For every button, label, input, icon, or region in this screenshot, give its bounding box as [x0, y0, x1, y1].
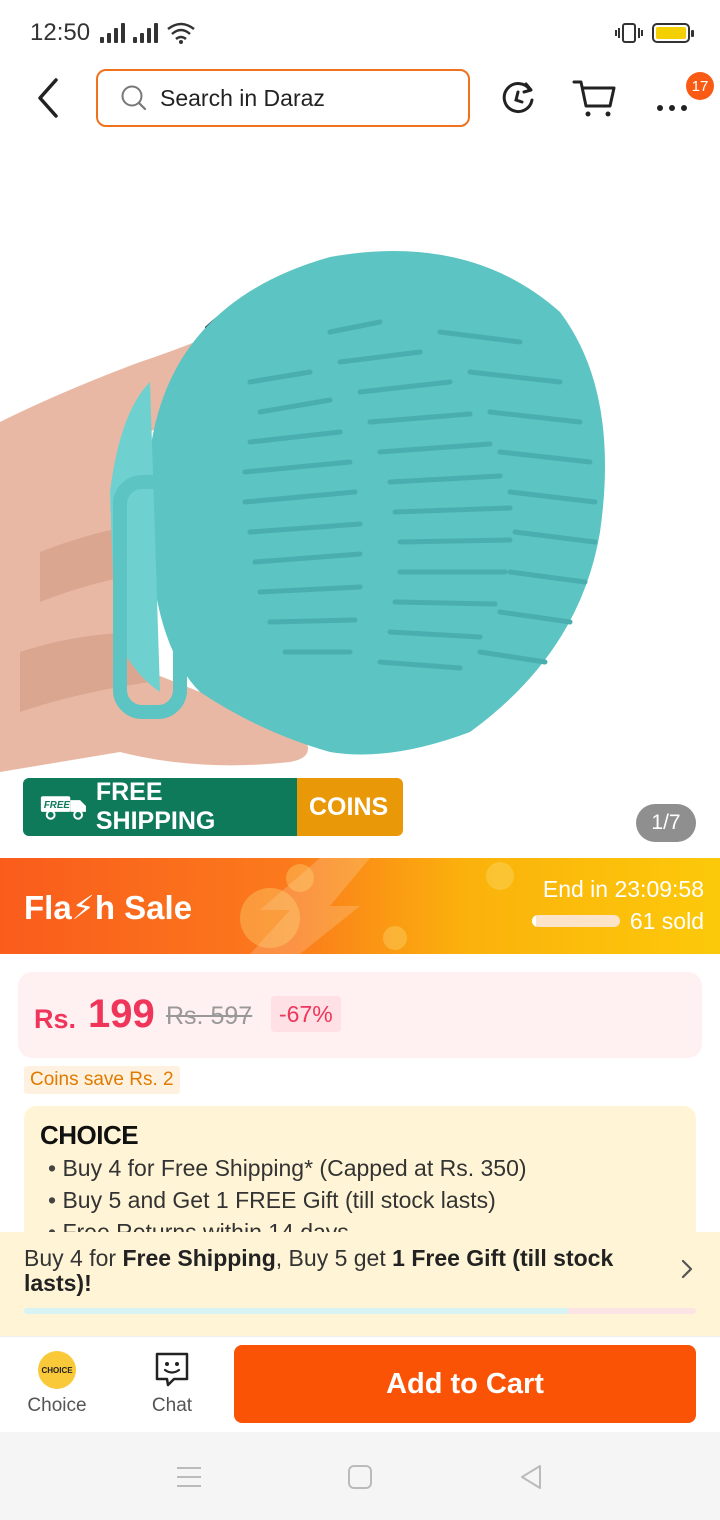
choice-button-label: Choice — [27, 1395, 87, 1416]
promo-text: Buy 4 for Free Shipping, Buy 5 get 1 Fre… — [24, 1245, 614, 1296]
choice-benefit: Free Returns within 14 days — [48, 1216, 527, 1232]
chat-button[interactable]: Chat — [127, 1351, 217, 1417]
choice-button[interactable]: CHOICE Choice — [12, 1351, 102, 1417]
free-shipping-label: FREE SHIPPING — [95, 778, 216, 835]
back-nav-icon[interactable] — [516, 1462, 546, 1492]
history-icon[interactable] — [496, 76, 540, 120]
choice-benefit: Buy 5 and Get 1 FREE Gift (till stock la… — [48, 1184, 527, 1216]
system-nav-bar — [0, 1432, 720, 1520]
menu-nav-icon[interactable] — [174, 1462, 204, 1492]
truck-icon: FREE — [40, 796, 86, 820]
back-icon[interactable] — [30, 76, 70, 120]
flash-sale-countdown: End in 23:09:58 — [542, 876, 704, 902]
battery-icon — [652, 23, 694, 43]
coins-save-tag: Coins save Rs. 2 — [24, 1066, 180, 1094]
search-input[interactable]: Search in Daraz — [96, 69, 470, 127]
vibrate-icon — [615, 23, 643, 43]
home-nav-icon[interactable] — [345, 1462, 375, 1492]
price-card: Rs. 199 Rs. 597 -67% — [18, 972, 702, 1058]
flash-sale-banner[interactable]: Fla⚡h Sale End in 23:09:58 61 sold — [0, 858, 720, 954]
price-currency: Rs. — [34, 1004, 77, 1034]
choice-logo: CHOICE — [40, 1120, 139, 1150]
image-counter: 1/7 — [636, 804, 696, 842]
search-icon — [121, 85, 147, 111]
status-time: 12:50 — [30, 19, 91, 46]
cart-icon[interactable] — [572, 76, 616, 120]
product-image[interactable] — [0, 132, 720, 858]
chat-icon — [155, 1352, 189, 1387]
wifi-icon — [167, 22, 195, 44]
svg-text:FREE: FREE — [44, 800, 71, 811]
choice-badge-icon: CHOICE — [38, 1351, 76, 1389]
free-shipping-label-box: FREE FREE SHIPPING — [23, 778, 297, 836]
cell-signal-icon — [100, 23, 126, 43]
flash-sale-title: Fla⚡h Sale — [24, 889, 193, 926]
product-photo — [0, 251, 606, 772]
chevron-right-icon[interactable] — [680, 1258, 694, 1280]
coins-label: COINS — [297, 778, 403, 836]
search-placeholder: Search in Daraz — [160, 84, 325, 111]
bottom-action-bar: CHOICE Choice Chat Add to Cart — [0, 1336, 720, 1432]
status-bar: 12:50 — [0, 0, 720, 66]
add-to-cart-button[interactable]: Add to Cart — [234, 1345, 696, 1423]
chat-button-label: Chat — [151, 1395, 193, 1416]
choice-benefits: Buy 4 for Free Shipping* (Capped at Rs. … — [48, 1152, 527, 1232]
header: Search in Daraz 17 — [0, 66, 720, 132]
cart-count-badge: 17 — [686, 72, 714, 100]
choice-card[interactable]: CHOICE Buy 4 for Free Shipping* (Capped … — [24, 1106, 696, 1232]
choice-benefit: Buy 4 for Free Shipping* (Capped at Rs. … — [48, 1152, 526, 1184]
flash-sale-sold: 61 sold — [629, 908, 704, 934]
price-value: 199 — [88, 992, 155, 1036]
discount-badge: -67% — [271, 996, 341, 1032]
promo-banner[interactable]: Buy 4 for Free Shipping, Buy 5 get 1 Fre… — [0, 1232, 720, 1336]
cell-signal-2-icon — [133, 23, 159, 43]
free-shipping-banner: FREE FREE SHIPPING COINS — [23, 778, 403, 836]
original-price: Rs. 597 — [166, 1002, 253, 1030]
promo-progress — [24, 1308, 696, 1314]
flash-sale-progress — [532, 915, 620, 927]
